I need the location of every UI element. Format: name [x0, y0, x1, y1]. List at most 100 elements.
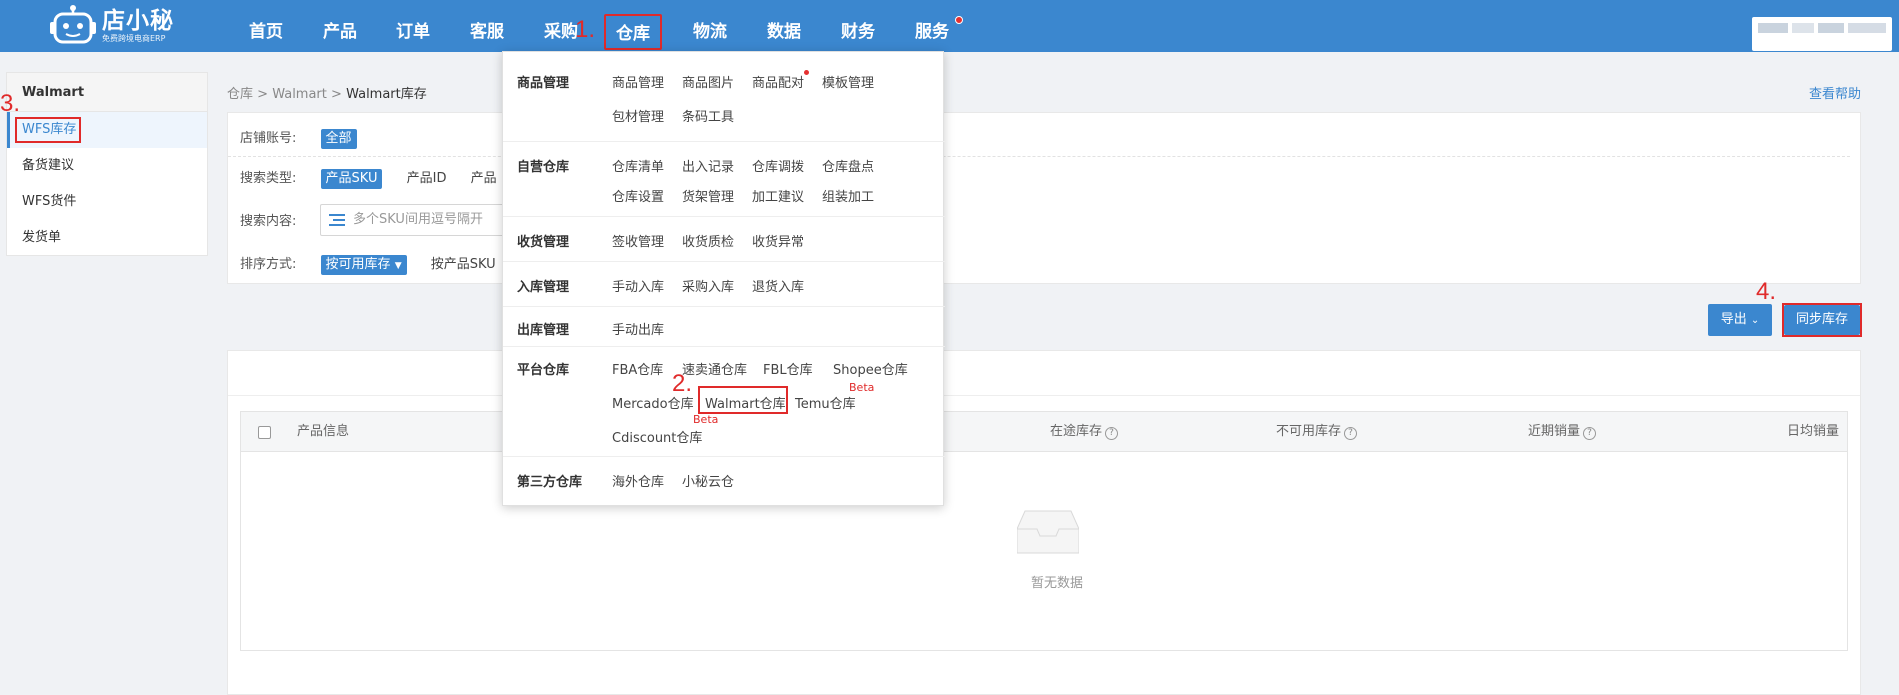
robot-logo-icon [50, 5, 96, 47]
warehouse-dropdown-menu: 商品管理 商品管理 商品图片 商品配对 模板管理 包材管理 条码工具 自营仓库 … [502, 51, 945, 507]
menu-receiving-qc[interactable]: 收货质检 [682, 231, 734, 250]
menu-cdiscount-warehouse[interactable]: Cdiscount仓库 [612, 427, 702, 446]
nav-logistics[interactable]: 物流 [693, 0, 727, 52]
highlight-box-sync [1782, 303, 1862, 337]
nav-home[interactable]: 首页 [249, 0, 283, 52]
divider [228, 156, 1850, 157]
filter-panel: 店铺账号: 全部 搜索类型: 产品SKU 产品ID 产品 搜索内容: 多个SKU… [227, 112, 1861, 284]
search-type-product[interactable]: 产品 [471, 167, 497, 186]
menu-xiaomi-cloud-warehouse[interactable]: 小秘云仓 [682, 471, 734, 490]
nav-data[interactable]: 数据 [767, 0, 801, 52]
col-recent-sales: 近期销量? [1528, 412, 1597, 452]
select-all-checkbox[interactable] [258, 426, 271, 439]
search-content-label: 搜索内容: [240, 214, 297, 229]
top-navbar: 店小秘 免费跨境电商ERP 首页 产品 订单 客服 采购 仓库 物流 数据 财务… [0, 0, 1899, 52]
menu-shelf-management[interactable]: 货架管理 [682, 186, 734, 205]
menu-purchase-inbound[interactable]: 采购入库 [682, 276, 734, 295]
table-header: 产品信息 在途库存? 不可用库存? 近期销量? 日均销量 [241, 412, 1847, 452]
menu-section-product: 商品管理 商品管理 商品图片 商品配对 模板管理 包材管理 条码工具 [503, 52, 945, 142]
nav-purchasing[interactable]: 采购 [544, 0, 578, 52]
nav-warehouse[interactable]: 仓库 [604, 14, 662, 50]
menu-product-pairing[interactable]: 商品配对 [752, 72, 804, 91]
menu-product-management[interactable]: 商品管理 [612, 72, 664, 91]
menu-packaging[interactable]: 包材管理 [612, 106, 664, 125]
menu-in-out-records[interactable]: 出入记录 [682, 156, 734, 175]
menu-temu-warehouse[interactable]: Temu仓库 [795, 393, 856, 412]
breadcrumb: 仓库 > Walmart > Walmart库存 [227, 87, 427, 102]
col-product-info: 产品信息 [297, 424, 350, 439]
sort-available-dropdown[interactable]: 按可用库存 ▼ [320, 255, 407, 275]
menu-warehouse-transfer[interactable]: 仓库调拨 [752, 156, 804, 175]
logo-subtitle: 免费跨境电商ERP [102, 34, 166, 43]
export-button[interactable]: 导出 ⌄ [1708, 304, 1772, 336]
search-placeholder: 多个SKU间用逗号隔开 [353, 212, 483, 227]
col-in-transit: 在途库存? [1050, 412, 1119, 452]
menu-section-inbound: 入库管理 手动入库 采购入库 退货入库 [503, 262, 945, 307]
menu-barcode-tool[interactable]: 条码工具 [682, 106, 734, 125]
sidebar-header: Walmart [7, 73, 207, 112]
annotation-3: 3. [0, 90, 21, 117]
beta-badge-temu: Beta [849, 381, 875, 394]
help-icon[interactable]: ? [1583, 427, 1597, 440]
menu-product-images[interactable]: 商品图片 [682, 72, 734, 91]
help-icon[interactable]: ? [1344, 427, 1358, 440]
menu-overseas-warehouse[interactable]: 海外仓库 [612, 471, 664, 490]
sidebar-item-stock-suggestion[interactable]: 备货建议 [7, 148, 207, 184]
help-link[interactable]: 查看帮助 [1809, 83, 1861, 102]
empty-box-icon [1017, 510, 1079, 554]
annotation-2: 2. [672, 370, 693, 397]
sidebar-item-wfs-shipments[interactable]: WFS货件 [7, 184, 207, 220]
col-unavailable: 不可用库存? [1276, 412, 1358, 452]
chevron-down-icon: ⌄ [1750, 315, 1760, 326]
help-icon[interactable]: ? [1105, 427, 1119, 440]
menu-fbl-warehouse[interactable]: FBL仓库 [763, 359, 813, 378]
search-type-label: 搜索类型: [240, 171, 297, 186]
menu-template-management[interactable]: 模板管理 [822, 72, 874, 91]
menu-receiving-exception[interactable]: 收货异常 [752, 231, 804, 250]
sidebar: Walmart WFS库存 备货建议 WFS货件 发货单 [6, 72, 208, 256]
menu-assembly[interactable]: 组装加工 [822, 186, 874, 205]
breadcrumb-root[interactable]: 仓库 [227, 87, 253, 102]
notification-dot [955, 16, 963, 24]
sort-by-sku[interactable]: 按产品SKU [431, 253, 496, 272]
highlight-box-walmart-warehouse [698, 386, 788, 414]
search-type-sku[interactable]: 产品SKU [320, 169, 383, 189]
nav-finance[interactable]: 财务 [841, 0, 875, 52]
inventory-table: 产品信息 在途库存? 不可用库存? 近期销量? 日均销量 暂无数据 [240, 411, 1848, 651]
menu-manual-inbound[interactable]: 手动入库 [612, 276, 664, 295]
col-daily-sales: 日均销量 [1787, 424, 1840, 439]
inventory-table-panel: 产品信息 在途库存? 不可用库存? 近期销量? 日均销量 暂无数据 [227, 350, 1861, 695]
beta-badge-cdiscount: Beta [693, 413, 719, 426]
menu-stocktaking[interactable]: 仓库盘点 [822, 156, 874, 175]
menu-sign-management[interactable]: 签收管理 [612, 231, 664, 250]
menu-processing-suggestion[interactable]: 加工建议 [752, 186, 804, 205]
menu-fba-warehouse[interactable]: FBA仓库 [612, 359, 663, 378]
annotation-1: 1. [575, 16, 596, 43]
logo[interactable]: 店小秘 免费跨境电商ERP [50, 0, 174, 52]
sort-label: 排序方式: [240, 257, 297, 272]
breadcrumb-current: Walmart库存 [346, 87, 427, 102]
nav-products[interactable]: 产品 [323, 0, 357, 52]
nav-customer-service[interactable]: 客服 [470, 0, 504, 52]
menu-section-outbound: 出库管理 手动出库 [503, 307, 945, 347]
new-dot [804, 70, 809, 75]
nav-orders[interactable]: 订单 [396, 0, 430, 52]
annotation-4: 4. [1756, 278, 1777, 305]
menu-manual-outbound[interactable]: 手动出库 [612, 319, 664, 338]
menu-section-third-party: 第三方仓库 海外仓库 小秘云仓 [503, 457, 945, 507]
user-account-box[interactable] [1752, 17, 1892, 51]
sidebar-item-delivery-orders[interactable]: 发货单 [7, 220, 207, 256]
caret-down-icon: ▼ [394, 261, 402, 271]
breadcrumb-walmart[interactable]: Walmart [272, 87, 327, 102]
menu-shopee-warehouse[interactable]: Shopee仓库 [833, 359, 908, 378]
menu-warehouse-list[interactable]: 仓库清单 [612, 156, 664, 175]
empty-state-text: 暂无数据 [1031, 576, 1084, 591]
nav-services[interactable]: 服务 [915, 0, 949, 52]
menu-section-receiving: 收货管理 签收管理 收货质检 收货异常 [503, 217, 945, 262]
logo-title: 店小秘 [102, 8, 174, 34]
search-type-product-id[interactable]: 产品ID [407, 167, 447, 186]
menu-warehouse-settings[interactable]: 仓库设置 [612, 186, 664, 205]
menu-return-inbound[interactable]: 退货入库 [752, 276, 804, 295]
menu-section-own-warehouse: 自营仓库 仓库清单 出入记录 仓库调拨 仓库盘点 仓库设置 货架管理 加工建议 … [503, 142, 945, 217]
account-all-tag[interactable]: 全部 [320, 129, 357, 149]
